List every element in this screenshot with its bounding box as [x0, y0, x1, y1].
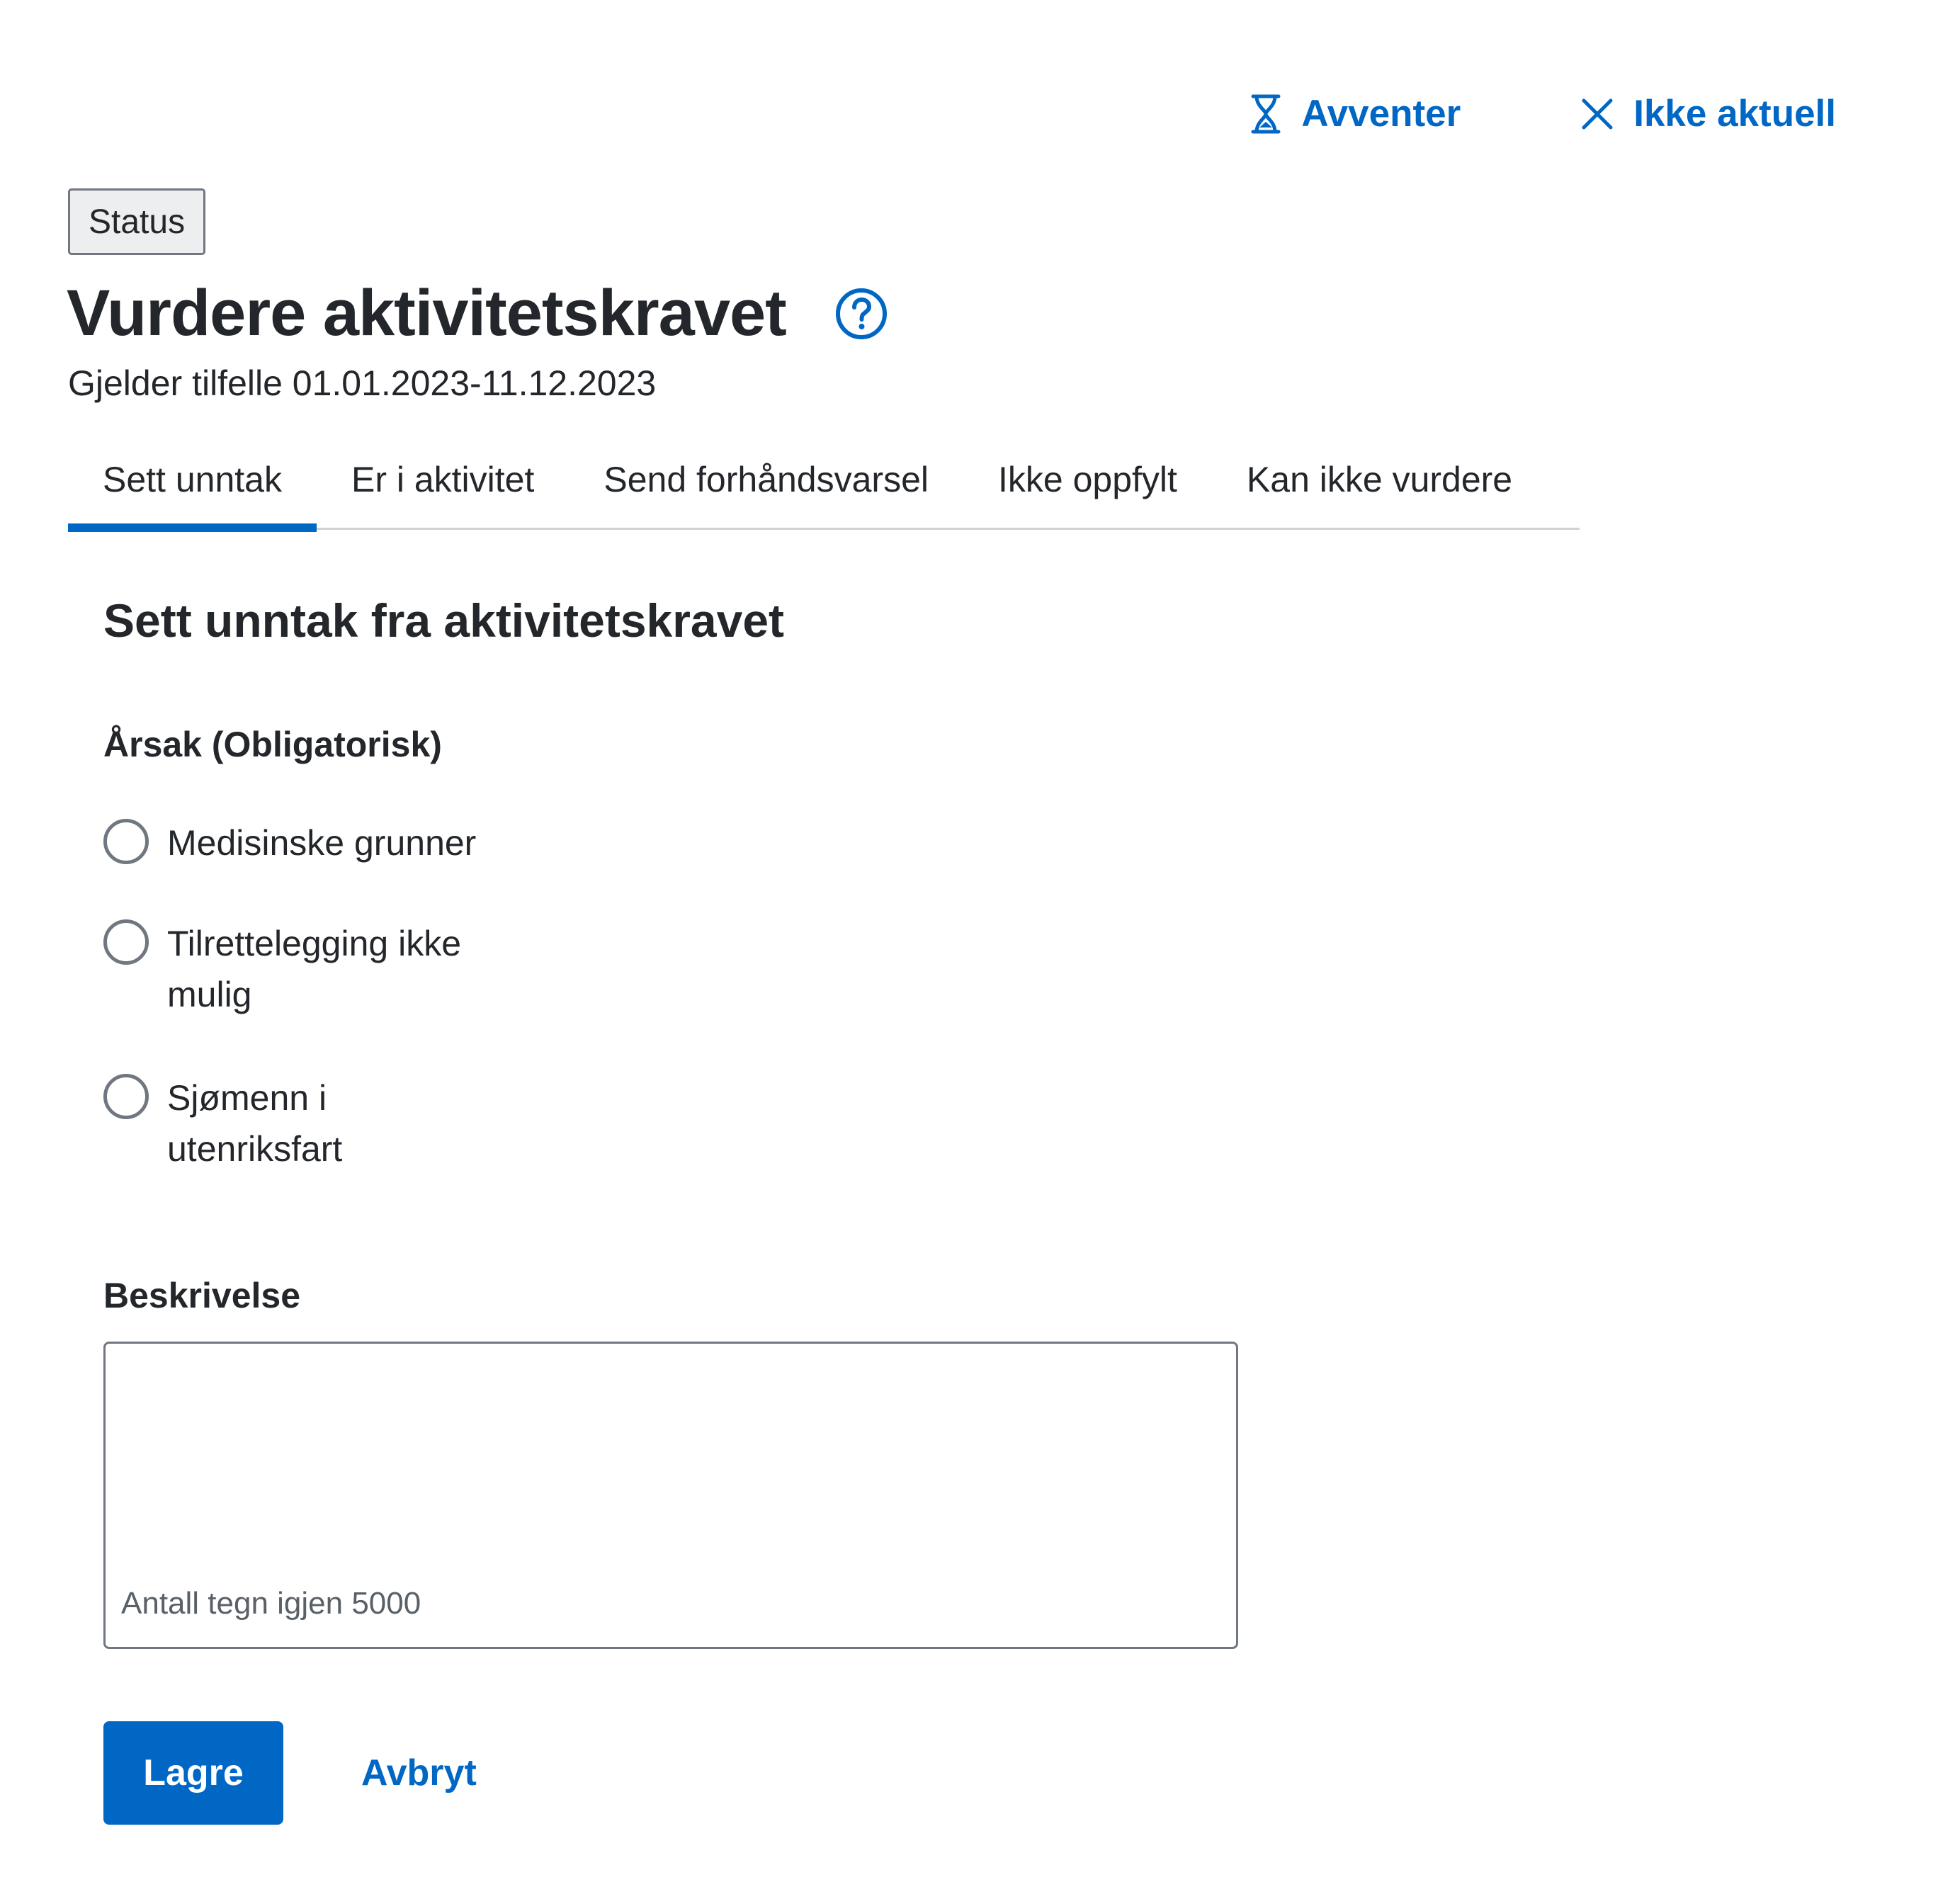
page-title-row: Vurdere aktivitetskravet — [67, 277, 888, 349]
status-tag: Status — [68, 188, 206, 255]
radio-button[interactable] — [103, 1074, 149, 1119]
description-textarea[interactable] — [106, 1344, 1236, 1570]
radio-label: Tilrettelegging ikke mulig — [167, 924, 462, 1014]
cause-label: Årsak (Obligatorisk) — [103, 725, 442, 764]
case-period: Gjelder tilfelle 01.01.2023-11.12.2023 — [68, 363, 657, 403]
wait-label: Avventer — [1301, 93, 1461, 135]
tab-er-i-aktivitet[interactable]: Er i aktivitet — [317, 441, 569, 530]
page-title: Vurdere aktivitetskravet — [67, 277, 787, 349]
radio-button[interactable] — [103, 819, 149, 864]
section-title: Sett unntak fra aktivitetskravet — [103, 594, 785, 647]
char-count: Antall tegn igjen 5000 — [121, 1586, 421, 1621]
radio-label: Medisinske grunner — [167, 823, 477, 863]
hourglass-icon — [1250, 94, 1281, 135]
radio-sjomenn-i-utenriksfart[interactable]: Sjømenn i utenriksfart — [103, 1072, 380, 1174]
header-actions: Avventer Ikke aktuell — [1250, 92, 1836, 135]
radio-button[interactable] — [103, 919, 149, 965]
not-relevant-button[interactable]: Ikke aktuell — [1581, 92, 1836, 135]
description-field: Antall tegn igjen 5000 — [103, 1342, 1238, 1649]
close-icon — [1581, 98, 1614, 130]
tab-kan-ikke-vurdere[interactable]: Kan ikke vurdere — [1212, 441, 1547, 530]
tab-send-forhandsvarsel[interactable]: Send forhåndsvarsel — [569, 441, 963, 530]
cancel-button[interactable]: Avbryt — [346, 1721, 492, 1825]
wait-button[interactable]: Avventer — [1250, 92, 1461, 135]
radio-tilrettelegging-ikke-mulig[interactable]: Tilrettelegging ikke mulig — [103, 918, 479, 1020]
tab-bar: Sett unntak Er i aktivitet Send forhånds… — [68, 441, 1580, 532]
description-label: Beskrivelse — [103, 1276, 301, 1315]
not-relevant-label: Ikke aktuell — [1633, 93, 1836, 135]
tab-sett-unntak[interactable]: Sett unntak — [68, 441, 317, 532]
radio-medisinske-grunner[interactable]: Medisinske grunner — [103, 817, 493, 868]
help-circle-icon[interactable] — [834, 287, 888, 341]
save-button[interactable]: Lagre — [103, 1721, 283, 1825]
tab-ikke-oppfylt[interactable]: Ikke oppfylt — [963, 441, 1212, 530]
radio-label: Sjømenn i utenriksfart — [167, 1078, 343, 1169]
